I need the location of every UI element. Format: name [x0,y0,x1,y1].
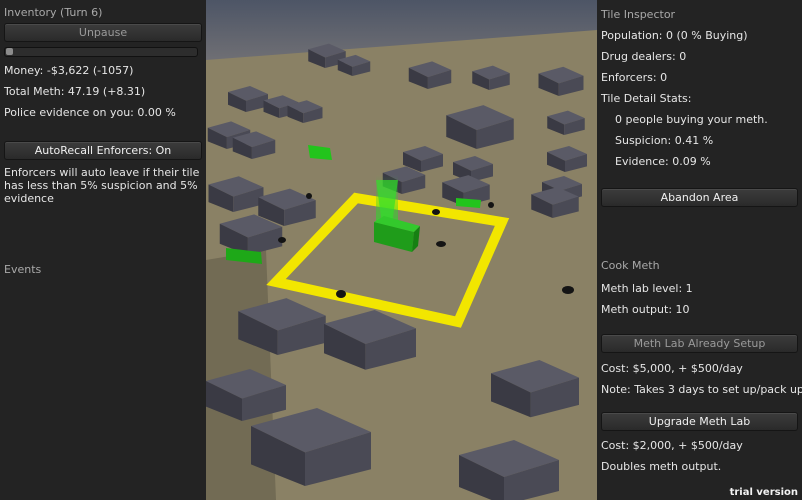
speed-slider-thumb[interactable] [6,48,13,55]
inventory-panel: Inventory (Turn 6) Unpause Money: -$3,62… [0,0,206,500]
meth-lab-level-readout: Meth lab level: 1 [601,282,693,295]
setup-note: Note: Takes 3 days to set up/pack up. [601,383,802,396]
evidence-readout: Evidence: 0.09 % [615,155,711,168]
city-scene[interactable] [206,0,597,500]
unpause-button[interactable]: Unpause [4,23,202,42]
upgrade-note: Doubles meth output. [601,460,722,473]
drug-dealers-readout: Drug dealers: 0 [601,50,687,63]
tile-inspector-panel: Tile Inspector Population: 0 (0 % Buying… [597,0,802,500]
police-evidence-readout: Police evidence on you: 0.00 % [4,106,176,119]
people-buying-readout: 0 people buying your meth. [615,113,768,126]
game-viewport[interactable] [206,0,597,500]
tile-detail-title: Tile Detail Stats: [601,92,692,105]
suspicion-readout: Suspicion: 0.41 % [615,134,714,147]
speed-slider[interactable] [4,47,198,57]
tile-inspector-title: Tile Inspector [601,8,676,21]
setup-cost-readout: Cost: $5,000, + $500/day [601,362,743,375]
upgrade-meth-lab-button[interactable]: Upgrade Meth Lab [601,412,798,431]
population-readout: Population: 0 (0 % Buying) [601,29,748,42]
events-title: Events [4,263,42,276]
cook-meth-title: Cook Meth [601,259,660,272]
meth-lab-setup-button[interactable]: Meth Lab Already Setup [601,334,798,353]
autorecall-enforcers-button[interactable]: AutoRecall Enforcers: On [4,141,202,160]
total-meth-readout: Total Meth: 47.19 (+8.31) [4,85,146,98]
money-readout: Money: -$3,622 (-1057) [4,64,134,77]
inventory-title: Inventory (Turn 6) [4,6,103,19]
abandon-area-button[interactable]: Abandon Area [601,188,798,207]
autorecall-note: Enforcers will auto leave if their tile … [4,166,200,205]
trial-watermark: trial version [729,487,798,498]
meth-output-readout: Meth output: 10 [601,303,690,316]
enforcers-readout: Enforcers: 0 [601,71,668,84]
upgrade-cost-readout: Cost: $2,000, + $500/day [601,439,743,452]
